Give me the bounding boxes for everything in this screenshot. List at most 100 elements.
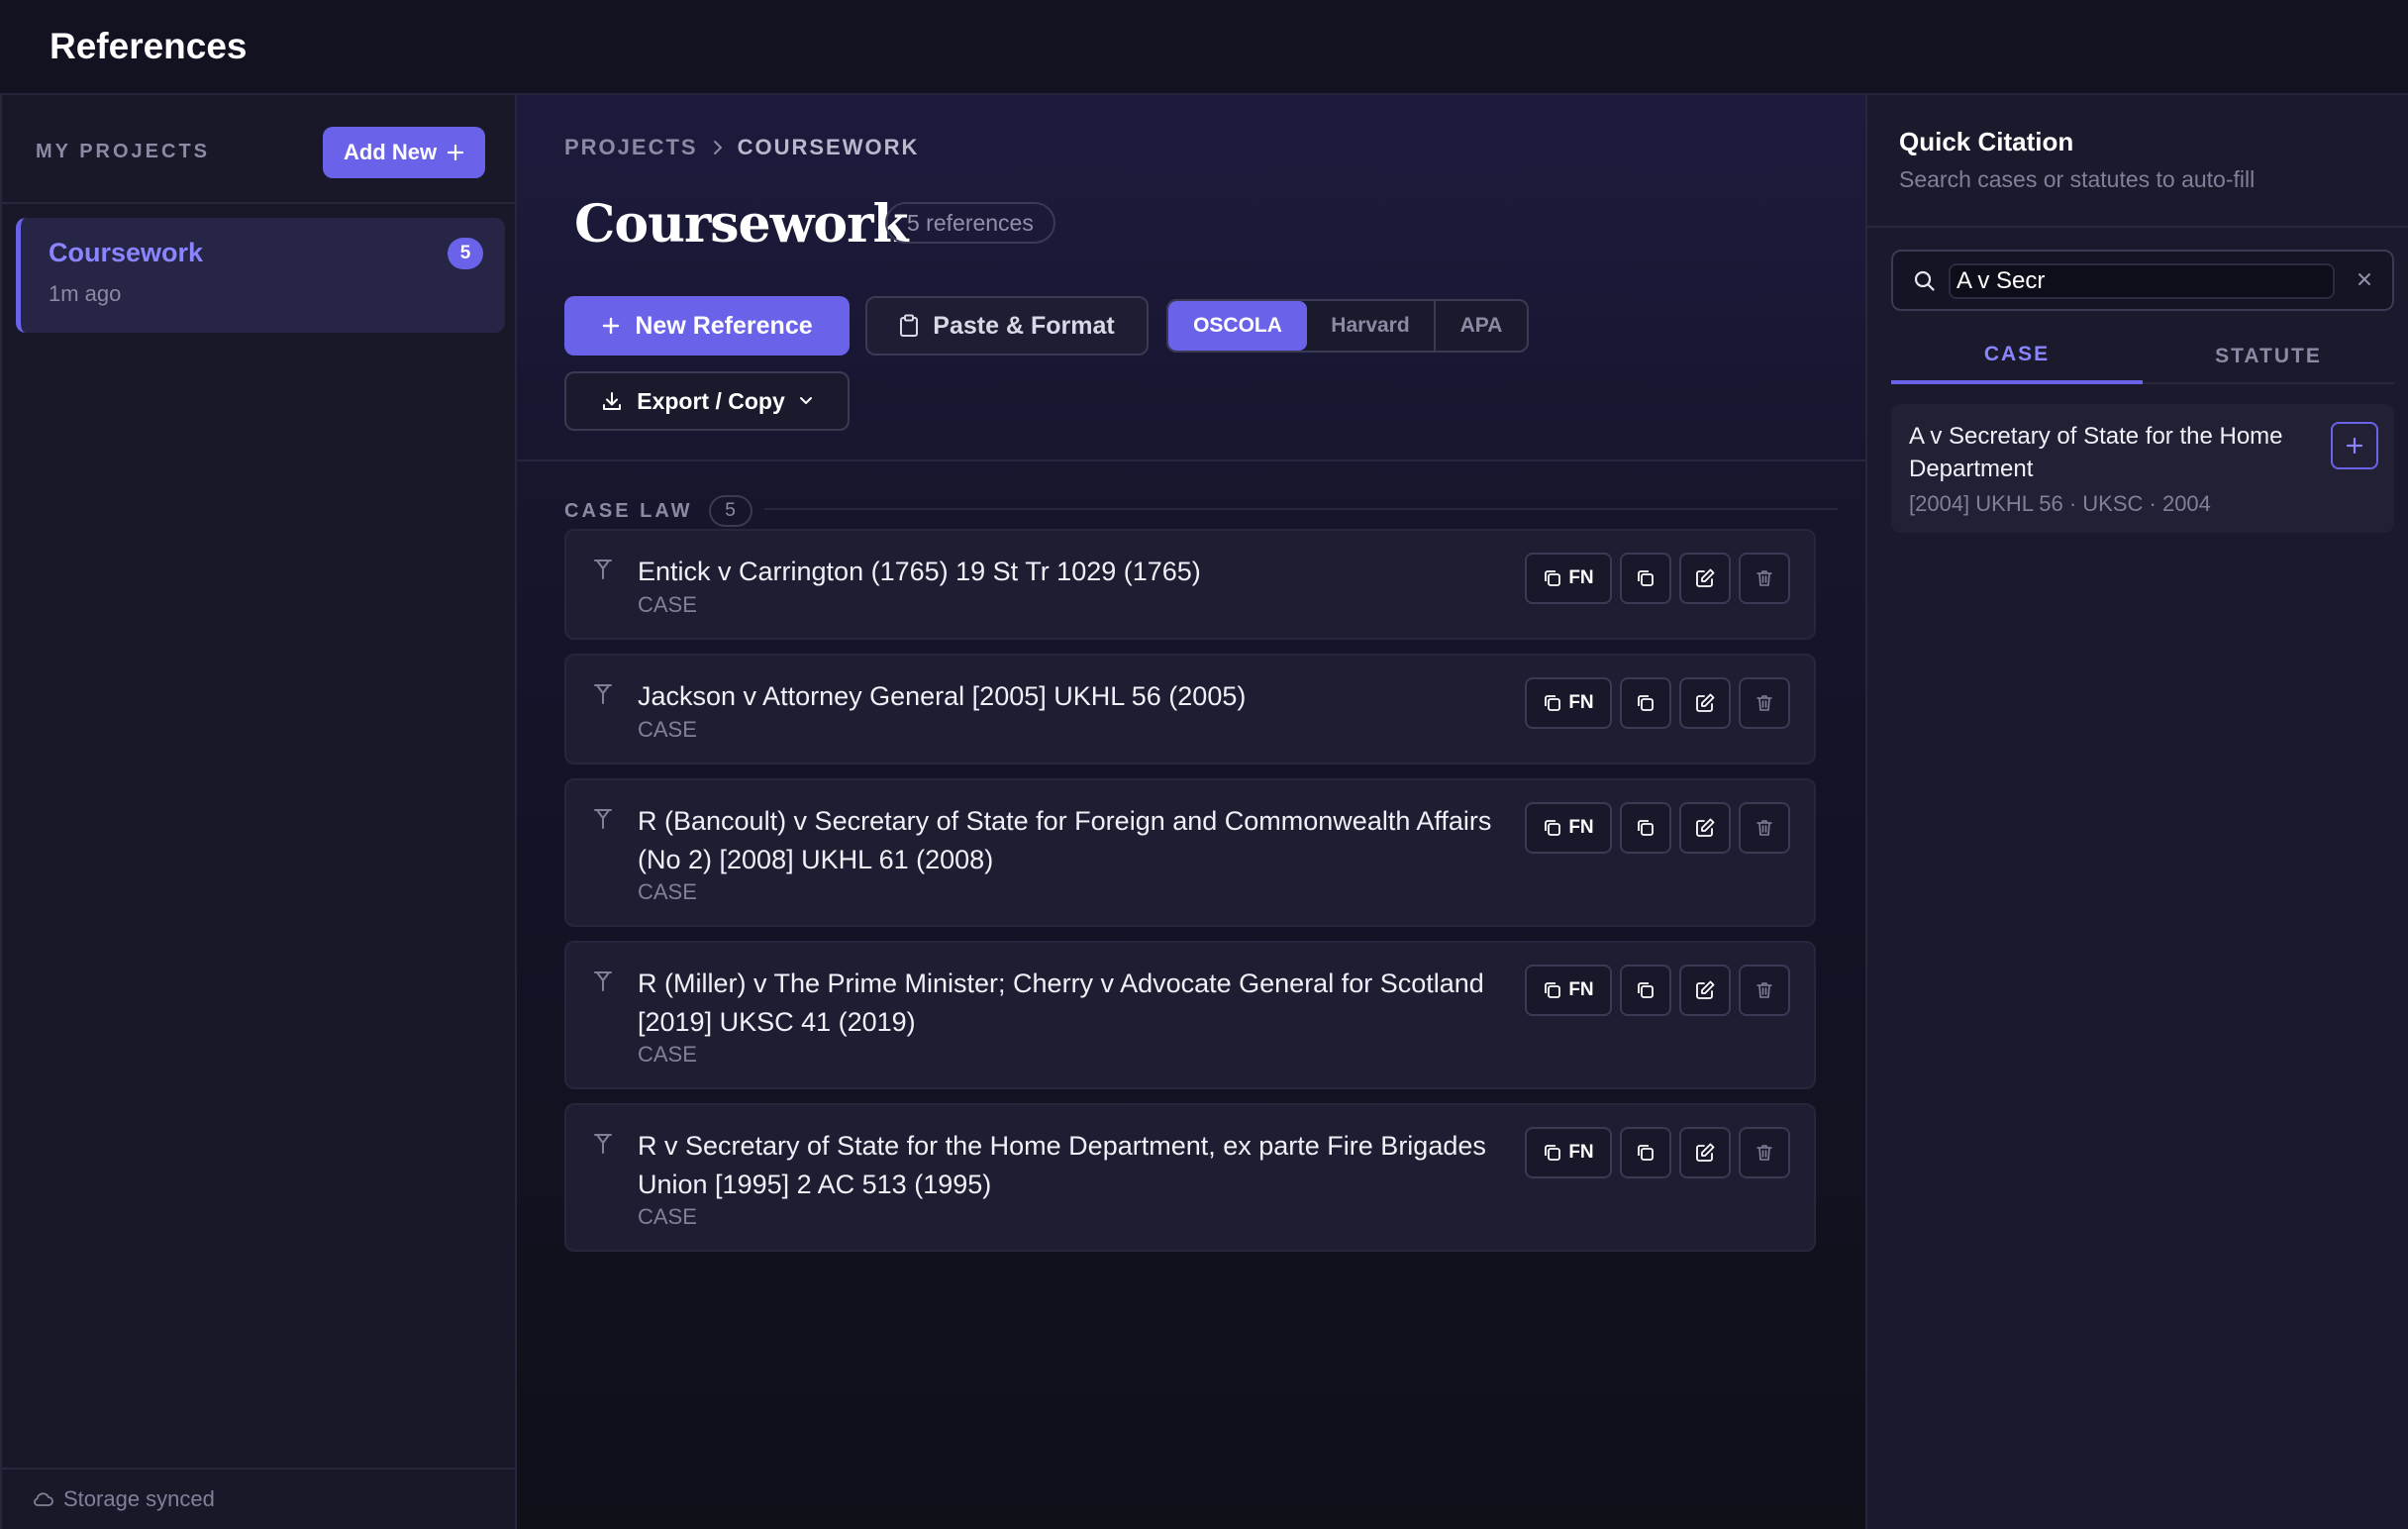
new-reference-label: New Reference	[635, 311, 813, 340]
gavel-icon	[592, 806, 614, 832]
cloud-icon	[32, 1491, 53, 1507]
edit-icon	[1694, 692, 1716, 714]
copy-footnote-button[interactable]: FN	[1525, 965, 1612, 1016]
copy-icon	[1543, 980, 1562, 1000]
add-result-button[interactable]	[2331, 422, 2378, 469]
reference-actions: FN	[1525, 1127, 1790, 1178]
result-meta: [2004] UKHL 56 · UKSC · 2004	[1909, 491, 2211, 516]
reference-type: CASE	[638, 1204, 697, 1229]
main-content: PROJECTS COURSEWORK Coursework 5 referen…	[517, 95, 1865, 1529]
export-copy-label: Export / Copy	[637, 387, 785, 414]
style-harvard[interactable]: Harvard	[1307, 301, 1436, 351]
copy-footnote-button[interactable]: FN	[1525, 677, 1612, 729]
copy-icon	[1543, 568, 1562, 588]
edit-icon	[1694, 979, 1716, 1001]
copy-footnote-button[interactable]: FN	[1525, 1127, 1612, 1178]
new-reference-button[interactable]: New Reference	[564, 296, 850, 356]
main-header: PROJECTS COURSEWORK Coursework 5 referen…	[517, 95, 1865, 461]
breadcrumb: PROJECTS COURSEWORK	[564, 135, 919, 160]
quick-citation-header: Quick Citation Search cases or statutes …	[1867, 95, 2408, 228]
reference-row[interactable]: R v Secretary of State for the Home Depa…	[564, 1103, 1816, 1252]
edit-button[interactable]	[1679, 802, 1731, 854]
gavel-icon	[592, 1131, 614, 1157]
reference-type: CASE	[638, 1042, 697, 1067]
style-oscola[interactable]: OSCOLA	[1168, 301, 1307, 351]
citation-search-box	[1891, 250, 2394, 311]
reference-title: R (Bancoult) v Secretary of State for Fo…	[638, 806, 1492, 874]
delete-button[interactable]	[1739, 677, 1790, 729]
quick-citation-tabs: CASE STATUTE	[1891, 329, 2394, 384]
edit-button[interactable]	[1679, 965, 1731, 1016]
breadcrumb-projects[interactable]: PROJECTS	[564, 135, 698, 160]
edit-button[interactable]	[1679, 677, 1731, 729]
copy-icon	[1543, 1143, 1562, 1163]
copy-button[interactable]	[1620, 1127, 1671, 1178]
trash-icon	[1755, 568, 1774, 588]
reference-title: Entick v Carrington (1765) 19 St Tr 1029…	[638, 557, 1201, 586]
citation-search-input[interactable]	[1949, 263, 2335, 299]
edit-button[interactable]	[1679, 1127, 1731, 1178]
copy-button[interactable]	[1620, 553, 1671, 604]
footnote-label: FN	[1568, 817, 1594, 838]
reference-title: Jackson v Attorney General [2005] UKHL 5…	[638, 681, 1247, 711]
export-copy-button[interactable]: Export / Copy	[564, 371, 850, 431]
reference-row[interactable]: Jackson v Attorney General [2005] UKHL 5…	[564, 654, 1816, 764]
edit-icon	[1694, 1142, 1716, 1164]
reference-row[interactable]: Entick v Carrington (1765) 19 St Tr 1029…	[564, 529, 1816, 640]
add-new-label: Add New	[343, 140, 438, 164]
tab-case[interactable]: CASE	[1891, 329, 2143, 384]
copy-icon	[1636, 1143, 1656, 1163]
copy-icon	[1636, 568, 1656, 588]
style-apa[interactable]: APA	[1436, 301, 1527, 351]
copy-icon	[1636, 693, 1656, 713]
sidebar-header: MY PROJECTS Add New	[2, 95, 517, 204]
copy-button[interactable]	[1620, 677, 1671, 729]
section-label: CASE LAW	[564, 499, 693, 522]
result-title: A v Secretary of State for the Home Depa…	[1909, 423, 2283, 482]
sidebar-label: MY PROJECTS	[36, 141, 210, 162]
copy-icon	[1543, 693, 1562, 713]
quick-citation-title: Quick Citation	[1899, 127, 2074, 156]
chevron-right-icon	[712, 140, 724, 155]
page-title: Coursework	[574, 194, 909, 255]
citation-style-selector: OSCOLA Harvard APA	[1166, 299, 1529, 353]
delete-button[interactable]	[1739, 1127, 1790, 1178]
delete-button[interactable]	[1739, 802, 1790, 854]
quick-citation-panel: Quick Citation Search cases or statutes …	[1865, 95, 2408, 1529]
edit-button[interactable]	[1679, 553, 1731, 604]
quick-citation-subtitle: Search cases or statutes to auto-fill	[1899, 166, 2256, 192]
gavel-icon	[592, 681, 614, 707]
top-bar: References	[0, 0, 2408, 95]
close-icon[interactable]	[2355, 269, 2374, 289]
project-item-coursework[interactable]: Coursework 1m ago 5	[16, 218, 505, 333]
copy-icon	[1543, 818, 1562, 838]
copy-button[interactable]	[1620, 802, 1671, 854]
reference-actions: FN	[1525, 553, 1790, 604]
reference-row[interactable]: R (Bancoult) v Secretary of State for Fo…	[564, 778, 1816, 927]
trash-icon	[1755, 693, 1774, 713]
reference-actions: FN	[1525, 802, 1790, 854]
section-divider	[764, 508, 1838, 510]
breadcrumb-coursework: COURSEWORK	[737, 135, 920, 159]
copy-footnote-button[interactable]: FN	[1525, 553, 1612, 604]
reference-type: CASE	[638, 879, 697, 904]
add-new-button[interactable]: Add New	[323, 127, 485, 178]
delete-button[interactable]	[1739, 553, 1790, 604]
citation-result[interactable]: A v Secretary of State for the Home Depa…	[1891, 404, 2394, 533]
reference-row[interactable]: R (Miller) v The Prime Minister; Cherry …	[564, 941, 1816, 1089]
paste-format-button[interactable]: Paste & Format	[865, 296, 1149, 356]
delete-button[interactable]	[1739, 965, 1790, 1016]
copy-footnote-button[interactable]: FN	[1525, 802, 1612, 854]
copy-icon	[1636, 980, 1656, 1000]
plus-icon	[2345, 436, 2364, 456]
copy-button[interactable]	[1620, 965, 1671, 1016]
reference-title: R v Secretary of State for the Home Depa…	[638, 1131, 1486, 1199]
footnote-label: FN	[1568, 979, 1594, 1000]
section-count-badge: 5	[708, 495, 752, 527]
copy-icon	[1636, 818, 1656, 838]
project-name: Coursework	[49, 238, 204, 267]
footnote-label: FN	[1568, 692, 1594, 713]
tab-statute[interactable]: STATUTE	[2143, 329, 2394, 384]
plus-icon	[601, 316, 621, 336]
reference-actions: FN	[1525, 965, 1790, 1016]
